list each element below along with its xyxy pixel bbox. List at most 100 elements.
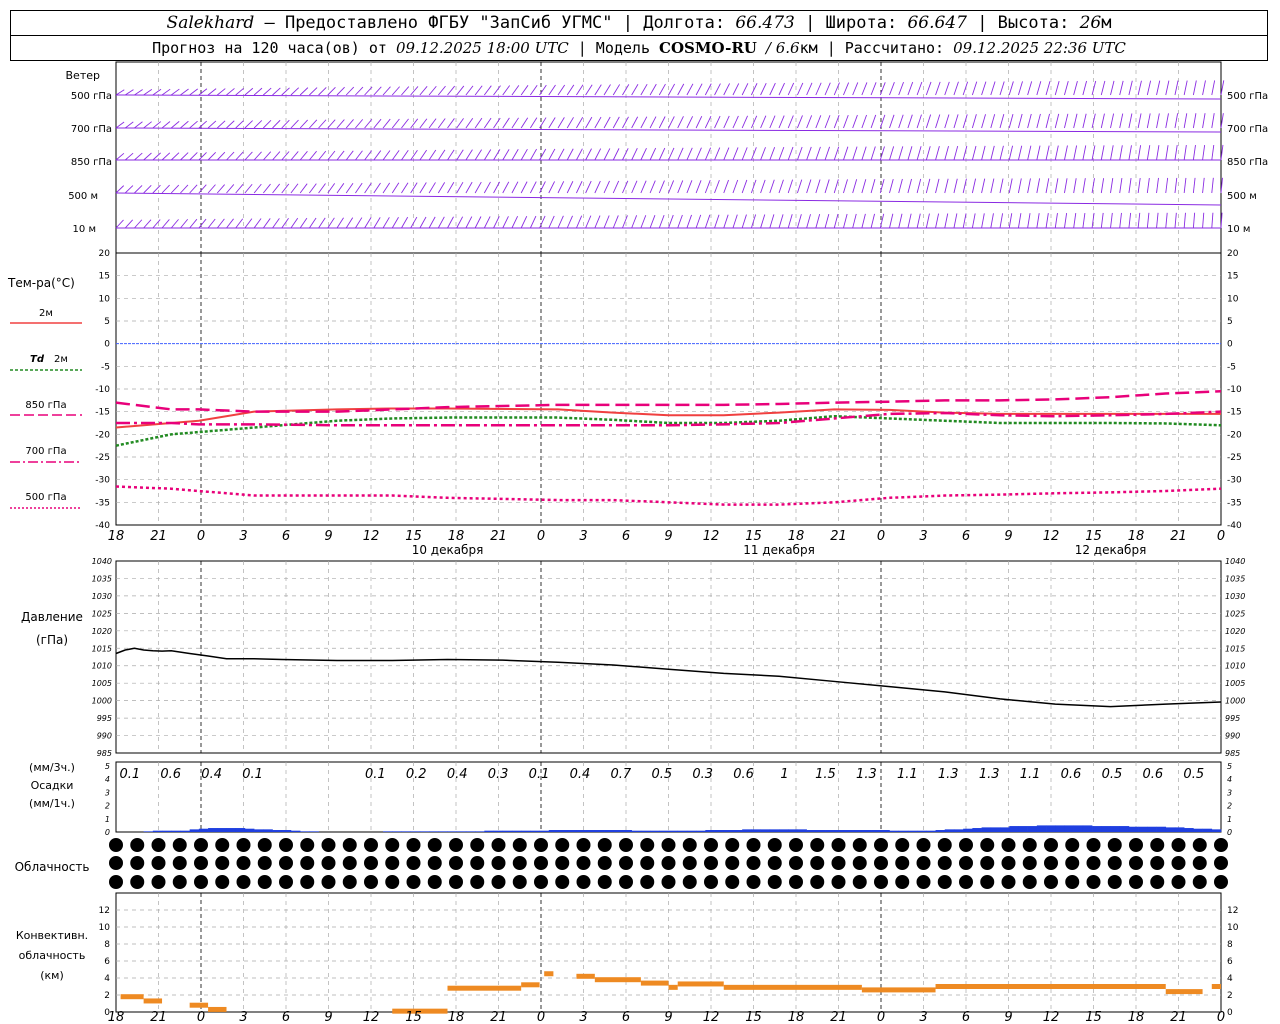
wind-barb-0-52 xyxy=(594,84,602,96)
wind-barb-4-74 xyxy=(796,214,802,229)
wind-barb-4-14 xyxy=(244,218,253,229)
wind-barb-3-103 xyxy=(1064,178,1068,194)
wind-barb-2-71 xyxy=(769,147,776,161)
wind-barb-4-5 xyxy=(161,219,170,229)
wind-barb-1-52 xyxy=(594,116,602,129)
conv-ytick-left-6: 0 xyxy=(104,1008,110,1018)
press-ytick-right-3: 1025 xyxy=(1225,609,1245,618)
precip-bar-37 xyxy=(456,831,467,832)
conv-xtick-4: 6 xyxy=(282,1010,290,1024)
wind-barb-1-45 xyxy=(529,117,538,129)
wind-barb-0-29 xyxy=(382,86,391,96)
wind-barb-3-97 xyxy=(1008,178,1013,194)
conv-xtick-1: 21 xyxy=(150,1010,167,1024)
precip-bar-119 xyxy=(1211,829,1222,832)
wind-barb-3-58 xyxy=(649,180,656,194)
wind-barb-0-104 xyxy=(1073,80,1078,96)
legend-t700-label: 700 гПа xyxy=(25,446,66,457)
conv-ytick-right-6: 0 xyxy=(1227,1008,1233,1018)
wind-barb-0-42 xyxy=(502,85,511,96)
wind-barb-4-0 xyxy=(115,219,124,229)
wind-barb-1-93 xyxy=(971,114,977,129)
cloud-0-39 xyxy=(937,838,952,852)
temp-ytick-right-11: -35 xyxy=(1227,498,1242,508)
wind-barb-4-40 xyxy=(483,216,491,229)
conv-xtick-3: 3 xyxy=(239,1010,247,1024)
wind-barb-1-91 xyxy=(953,114,959,129)
precip-bar-53 xyxy=(604,830,614,832)
wind-barb-2-80 xyxy=(852,146,858,161)
precip-total-0: 0.1 xyxy=(119,767,140,782)
conv-seg-0 xyxy=(120,994,144,1000)
wind-barb-3-45 xyxy=(529,181,537,194)
temp-xtick-16: 18 xyxy=(788,529,805,544)
conv-seg-14 xyxy=(861,987,936,993)
wind-barb-0-20 xyxy=(299,87,309,96)
wind-barb-1-79 xyxy=(843,114,849,129)
cloud-2-18 xyxy=(491,875,506,889)
wind-barb-2-44 xyxy=(520,148,528,161)
temp-ytick-left-2: 10 xyxy=(99,294,111,304)
wind-barb-1-30 xyxy=(391,118,400,129)
wind-barb-4-65 xyxy=(714,214,720,229)
wind-barb-0-66 xyxy=(723,83,730,96)
wind-barb-1-20 xyxy=(299,119,308,129)
wind-barb-1-103 xyxy=(1064,113,1069,129)
wind-barb-1-36 xyxy=(447,118,455,129)
wind-barb-4-39 xyxy=(474,216,482,229)
legend-t500-label: 500 гПа xyxy=(25,492,66,503)
cloud-0-24 xyxy=(619,838,633,852)
wind-barb-2-9 xyxy=(198,152,207,161)
cloud-0-37 xyxy=(895,838,910,852)
wind-barb-2-114 xyxy=(1165,145,1169,161)
conv-ytick-left-2: 8 xyxy=(104,940,110,950)
wind-barb-2-115 xyxy=(1174,145,1178,161)
precip-ytick-right-1: 4 xyxy=(1227,775,1232,784)
wind-barb-3-31 xyxy=(401,182,409,194)
cloud-0-2 xyxy=(151,838,166,852)
wind-barb-1-29 xyxy=(382,118,391,129)
wind-barb-4-73 xyxy=(787,214,793,229)
cloud-2-0 xyxy=(109,875,123,889)
wind-barb-1-13 xyxy=(235,120,244,129)
wind-barb-1-21 xyxy=(309,119,318,129)
wind-barb-1-44 xyxy=(520,117,529,129)
wind-barb-4-34 xyxy=(428,216,436,229)
conv-seg-5 xyxy=(447,985,522,991)
precip-bar-35 xyxy=(438,831,448,832)
cloud-2-48 xyxy=(1129,875,1143,889)
wind-barb-4-114 xyxy=(1165,212,1168,229)
wind-barb-4-19 xyxy=(290,217,299,229)
wind-barb-0-79 xyxy=(843,82,850,96)
wind-barb-0-80 xyxy=(852,82,859,96)
cloud-1-50 xyxy=(1171,856,1186,870)
wind-barb-1-35 xyxy=(437,118,446,129)
temp-title: Тем-ра(°C) xyxy=(7,276,75,290)
wind-barb-2-61 xyxy=(677,147,684,161)
precip-bar-80 xyxy=(852,830,863,832)
temp-xtick-4: 6 xyxy=(282,529,290,544)
wind-barb-3-94 xyxy=(981,178,986,194)
wind-barb-1-110 xyxy=(1128,113,1133,129)
wind-barb-4-11 xyxy=(216,218,225,229)
wind-barb-3-96 xyxy=(999,178,1004,194)
temp-xtick-21: 9 xyxy=(1004,529,1012,544)
wind-barb-0-44 xyxy=(520,85,529,96)
wind-barb-4-49 xyxy=(566,215,573,229)
wind-barb-0-26 xyxy=(355,86,364,96)
wind-barb-1-81 xyxy=(861,114,867,129)
wind-barb-0-93 xyxy=(971,81,978,96)
wind-barb-3-19 xyxy=(290,183,299,194)
wind-barb-2-23 xyxy=(327,150,336,161)
wind-barb-1-67 xyxy=(732,115,739,129)
temp-xtick-17: 21 xyxy=(830,529,847,544)
conv-seg-10 xyxy=(640,980,669,986)
wind-barb-4-29 xyxy=(382,217,390,229)
wind-barb-0-58 xyxy=(649,83,657,96)
press-ytick-left-4: 1020 xyxy=(92,627,112,636)
cloud-1-32 xyxy=(789,856,803,870)
wind-barb-3-81 xyxy=(861,179,867,194)
wind-barb-1-19 xyxy=(290,119,299,129)
wind-barb-2-101 xyxy=(1045,145,1050,161)
wind-barb-3-24 xyxy=(336,183,345,194)
